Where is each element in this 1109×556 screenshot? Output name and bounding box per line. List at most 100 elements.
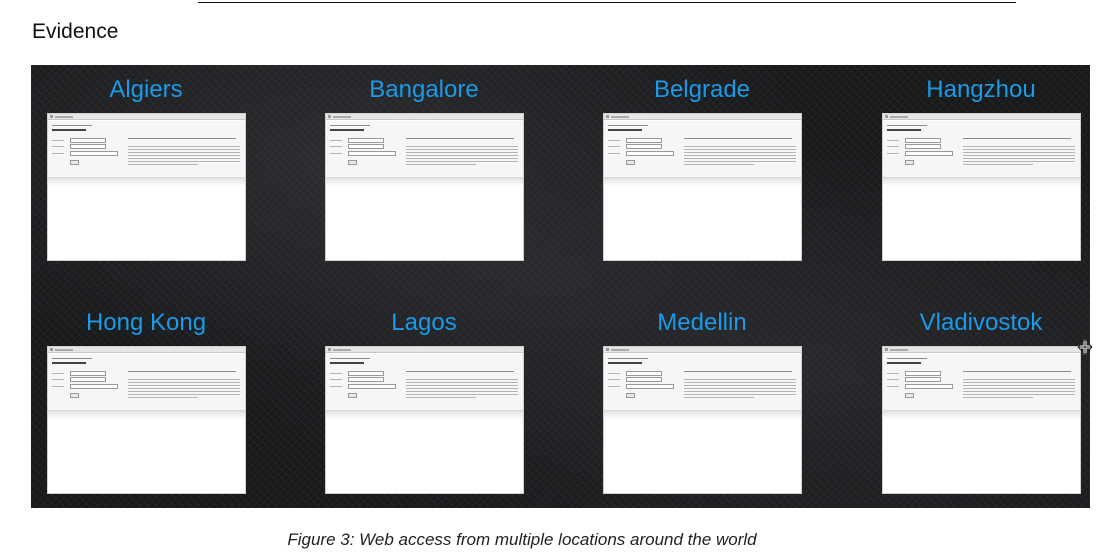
thumb-text-line (128, 388, 240, 389)
login-screenshot-algiers (47, 113, 246, 261)
login-screenshot-vladivostok (882, 346, 1081, 494)
thumb-text-line (684, 152, 796, 153)
thumb-title-text (55, 116, 73, 118)
thumb-login-panel (604, 354, 801, 411)
thumb-text-line (406, 397, 476, 398)
thumb-field-label (608, 140, 620, 141)
thumb-window-icon (50, 115, 53, 118)
thumb-field-label (887, 146, 899, 147)
thumb-field-label (608, 153, 620, 154)
thumb-field-box (626, 144, 662, 149)
thumb-field-label (887, 153, 899, 154)
thumb-text-line (406, 388, 518, 389)
thumb-signin-button (905, 160, 914, 165)
thumb-login-panel (48, 121, 245, 178)
thumb-panel-shadow (604, 178, 801, 186)
thumb-panel-shadow (326, 411, 523, 419)
thumb-text-line (128, 385, 240, 386)
thumb-text-line (963, 385, 1075, 386)
thumb-field-box (348, 371, 384, 376)
thumb-signin-button (626, 393, 635, 398)
thumb-field-box (905, 377, 941, 382)
thumb-text-line (684, 382, 796, 383)
thumb-field-box (348, 138, 384, 143)
thumb-login-panel (883, 121, 1080, 178)
thumb-title-text (333, 349, 351, 351)
login-screenshot-medellin (603, 346, 802, 494)
thumb-text-line (684, 397, 754, 398)
thumb-field-label (52, 153, 64, 154)
thumb-text-line (406, 385, 518, 386)
thumb-text-line (128, 155, 240, 156)
thumb-text-line (406, 149, 518, 150)
thumb-title-bar (48, 347, 245, 353)
thumb-field-label (330, 386, 342, 387)
thumb-text-line (406, 391, 518, 392)
thumb-signin-button (70, 160, 79, 165)
thumb-text-line (128, 146, 240, 147)
thumb-login-panel (883, 354, 1080, 411)
thumb-window-icon (328, 115, 331, 118)
move-cursor-icon (1077, 338, 1093, 356)
thumb-signin-button (70, 393, 79, 398)
thumb-field-label (330, 146, 342, 147)
thumb-text-line (963, 155, 1075, 156)
city-label-algiers: Algiers (109, 76, 183, 103)
thumb-login-panel (48, 354, 245, 411)
thumb-heading-line (330, 362, 364, 364)
thumb-signin-button (348, 393, 357, 398)
thumb-text-line (963, 149, 1075, 150)
thumb-heading-line (887, 362, 921, 364)
thumb-title-bar (604, 114, 801, 120)
thumb-text-line (406, 371, 514, 372)
thumb-text-line (963, 379, 1075, 380)
thumb-field-box (348, 151, 396, 156)
thumb-field-box (348, 384, 396, 389)
thumb-text-line (963, 138, 1071, 139)
thumb-panel-shadow (48, 178, 245, 186)
thumb-field-box (70, 151, 118, 156)
thumb-text-line (963, 394, 1075, 395)
thumb-field-box (70, 384, 118, 389)
thumb-login-panel (326, 121, 523, 178)
thumb-text-line (963, 158, 1075, 159)
thumb-field-box (626, 138, 662, 143)
thumb-field-label (52, 386, 64, 387)
thumb-text-line (963, 397, 1033, 398)
thumb-text-line (963, 391, 1075, 392)
thumb-text-line (963, 371, 1071, 372)
thumb-text-line (684, 385, 796, 386)
thumb-heading-line (52, 362, 86, 364)
thumb-field-label (52, 379, 64, 380)
thumb-text-line (406, 379, 518, 380)
city-label-hong-kong: Hong Kong (85, 309, 207, 336)
thumb-window-icon (328, 348, 331, 351)
thumb-text-line (52, 125, 92, 126)
thumb-field-box (70, 371, 106, 376)
thumb-signin-button (626, 160, 635, 165)
thumb-field-box (626, 151, 674, 156)
thumb-title-bar (604, 347, 801, 353)
thumb-text-line (128, 138, 236, 139)
thumb-field-label (887, 140, 899, 141)
thumb-text-line (128, 379, 240, 380)
thumb-text-line (128, 397, 198, 398)
thumb-field-label (608, 386, 620, 387)
thumb-field-box (348, 144, 384, 149)
thumb-title-bar (883, 347, 1080, 353)
thumb-text-line (330, 358, 370, 359)
thumb-field-label (330, 379, 342, 380)
thumb-text-line (330, 125, 370, 126)
thumb-login-panel (604, 121, 801, 178)
thumb-field-box (905, 151, 953, 156)
thumb-field-label (887, 386, 899, 387)
thumb-text-line (406, 161, 518, 162)
thumb-login-panel (326, 354, 523, 411)
top-rule (198, 2, 1016, 3)
thumb-heading-line (608, 362, 642, 364)
thumb-text-line (963, 152, 1075, 153)
city-label-vladivostok: Vladivostok (919, 309, 1043, 336)
thumb-signin-button (905, 393, 914, 398)
thumb-field-label (887, 373, 899, 374)
thumb-text-line (128, 152, 240, 153)
